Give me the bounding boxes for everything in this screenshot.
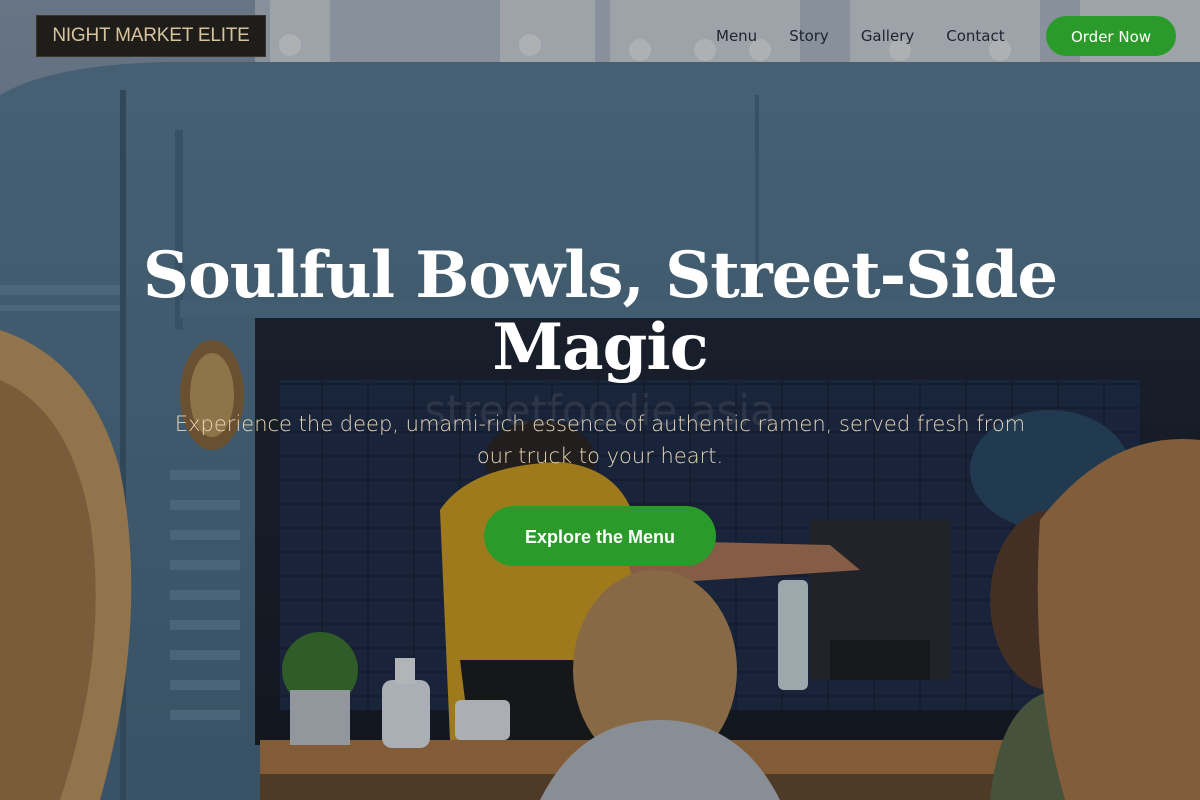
- brand-logo[interactable]: NIGHT MARKET ELITE: [36, 15, 266, 57]
- hero-subtext: Experience the deep, umami-rich essence …: [174, 412, 1026, 468]
- explore-menu-button[interactable]: Explore the Menu: [484, 506, 716, 566]
- nav-link-story[interactable]: Story: [789, 24, 829, 48]
- hero-content: Soulful Bowls, Street-Side Magic Experie…: [140, 240, 1060, 566]
- top-navbar: NIGHT MARKET ELITE Menu Story Gallery Co…: [0, 0, 1200, 72]
- nav-link-contact[interactable]: Contact: [946, 24, 1004, 48]
- hero-section: streetfoodie.asia NIGHT MARKET ELITE Men…: [0, 0, 1200, 800]
- order-now-button[interactable]: Order Now: [1046, 16, 1176, 56]
- nav-link-menu[interactable]: Menu: [716, 24, 757, 48]
- nav-links: Menu Story Gallery Contact: [700, 24, 1037, 48]
- nav-link-gallery[interactable]: Gallery: [861, 24, 914, 48]
- hero-headline: Soulful Bowls, Street-Side Magic: [142, 238, 1058, 385]
